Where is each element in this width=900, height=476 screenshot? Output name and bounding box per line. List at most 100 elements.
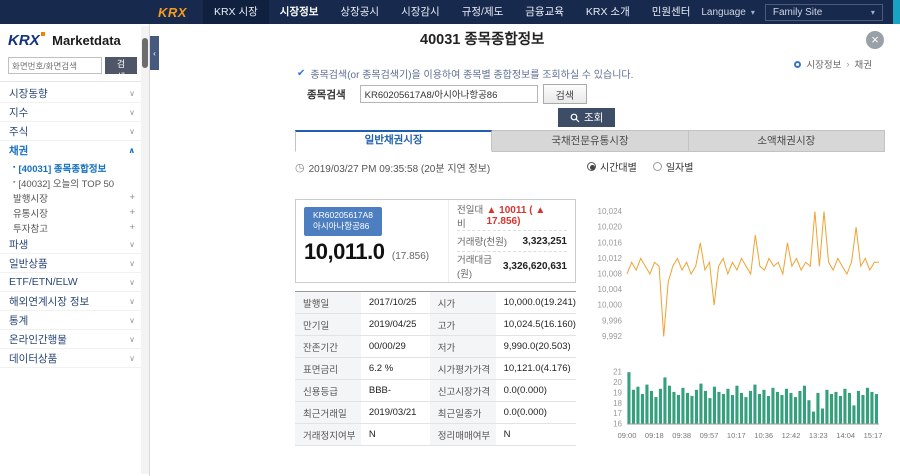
- breadcrumb-section[interactable]: 시장정보: [806, 57, 841, 71]
- chevron-down-icon: ∨: [129, 334, 135, 344]
- topnav-item-regulation[interactable]: 규정/제도: [451, 0, 515, 24]
- svg-text:09:57: 09:57: [700, 431, 719, 440]
- detail-label: 최근일종가: [429, 401, 496, 424]
- topnav-item-krx-intro[interactable]: KRX 소개: [575, 0, 641, 24]
- quote-right: 전일대비 ▲ 10011 ( ▲ 17.856) 거래량(천원) 3,323,2…: [448, 200, 575, 282]
- screen-search: 검색: [0, 55, 149, 82]
- svg-text:21: 21: [613, 368, 622, 377]
- screen-search-input[interactable]: [8, 57, 102, 74]
- sidebar-item-overseas-linked[interactable]: 해외연계시장 정보 ∨: [0, 292, 149, 311]
- sidebar-item-label: [40032] 오늘의 TOP 50: [18, 178, 115, 190]
- tab-small-bond-market[interactable]: 소액채권시장: [688, 130, 885, 152]
- sidebar-item-label: 시장동향: [9, 87, 48, 100]
- topnav-item-listing-disclosure[interactable]: 상장공시: [329, 0, 390, 24]
- family-site-dropdown[interactable]: Family Site ▾: [764, 3, 883, 21]
- sidebar-item-40031[interactable]: ▪ [40031] 종목종합정보: [0, 160, 149, 175]
- topnav-item-market-info[interactable]: 시장정보: [269, 0, 330, 24]
- query-button[interactable]: 조회: [558, 108, 616, 127]
- svg-text:10:17: 10:17: [727, 431, 746, 440]
- topnav-item-civil-service[interactable]: 민원센터: [641, 0, 702, 24]
- sidebar-item-statistics[interactable]: 통계 ∨: [0, 311, 149, 330]
- sidebar-item-data-products[interactable]: 데이터상품 ∨: [0, 349, 149, 368]
- svg-text:20: 20: [613, 378, 622, 387]
- detail-label: 발행일: [295, 291, 361, 314]
- sidebar-item-general-products[interactable]: 일반상품 ∨: [0, 254, 149, 273]
- quote-row-amount: 거래대금(원) 3,326,620,631: [457, 252, 567, 280]
- detail-label: 고가: [429, 313, 496, 336]
- sidebar-item-40032[interactable]: ▪ [40032] 오늘의 TOP 50: [0, 175, 149, 190]
- query-button-label: 조회: [584, 112, 604, 124]
- svg-text:10,020: 10,020: [598, 223, 623, 232]
- sidebar-item-issue-market[interactable]: 발행시장 +: [0, 190, 149, 205]
- topbar-right: Language ▾ Family Site ▾: [701, 0, 900, 24]
- svg-text:13:23: 13:23: [809, 431, 828, 440]
- sidebar-scrollbar[interactable]: [141, 26, 149, 474]
- chevron-down-icon: ∨: [129, 88, 135, 98]
- view-options: 시간대별 일자별: [587, 159, 693, 174]
- chevron-down-icon: ∨: [129, 239, 135, 249]
- sidebar-item-bond[interactable]: 채권 ∧: [0, 141, 149, 160]
- sidebar-item-publications[interactable]: 온라인간행물 ∨: [0, 330, 149, 349]
- detail-value: N: [360, 423, 430, 446]
- quote-row-volume: 거래량(천원) 3,323,251: [457, 231, 567, 252]
- topnav-item-krx-market[interactable]: KRX 시장: [202, 0, 269, 24]
- svg-text:09:38: 09:38: [672, 431, 691, 440]
- sidebar-item-etf-etn-elw[interactable]: ETF/ETN/ELW ∨: [0, 273, 149, 292]
- table-row: 표면금리 6.2 % 시가평가가격 10,121.0(4.176): [295, 357, 576, 380]
- global-search-button[interactable]: [892, 0, 900, 24]
- table-row: 신용등급 BBB- 신고시장가격 0.0(0.000): [295, 379, 576, 402]
- detail-label: 최근거래일: [295, 401, 361, 424]
- radio-label: 시간대별: [600, 163, 637, 174]
- sidebar-item-label: 파생: [9, 238, 29, 251]
- svg-text:12:42: 12:42: [782, 431, 801, 440]
- top-navbar: KRX KRX 시장 시장정보 상장공시 시장감시 규정/제도 금융교육 KRX…: [0, 0, 900, 24]
- bond-details-table: 발행일 2017/10/25 시가 10,000.0(19.241) 만기일 2…: [295, 291, 576, 446]
- sidebar-item-invest-reference[interactable]: 투자참고 +: [0, 220, 149, 235]
- quote-row-change: 전일대비 ▲ 10011 ( ▲ 17.856): [457, 202, 567, 231]
- sidebar-item-label: 일반상품: [9, 257, 48, 270]
- radio-by-time[interactable]: 시간대별: [587, 159, 637, 174]
- krx-logo[interactable]: KRX: [158, 5, 187, 20]
- sidebar-item-label: ETF/ETN/ELW: [9, 276, 78, 288]
- detail-value: 2019/03/21: [360, 401, 430, 424]
- sidebar-item-stock[interactable]: 주식 ∨: [0, 122, 149, 141]
- marketdata-logo[interactable]: KRX Marketdata: [0, 24, 149, 55]
- chevron-down-icon: ▾: [870, 7, 875, 17]
- language-label: Language: [701, 6, 746, 18]
- radio-selected-icon: [587, 162, 596, 171]
- tab-ktb-market[interactable]: 국채전문유통시장: [492, 130, 689, 152]
- svg-text:10,008: 10,008: [598, 270, 623, 279]
- sidebar-item-market-trend[interactable]: 시장동향 ∨: [0, 84, 149, 103]
- radio-by-date[interactable]: 일자별: [652, 159, 693, 174]
- sidebar-collapse-handle[interactable]: ‹: [150, 36, 159, 70]
- sidebar-item-index[interactable]: 지수 ∨: [0, 103, 149, 122]
- sidebar-item-derivatives[interactable]: 파생 ∨: [0, 235, 149, 254]
- notice: ✔ 종목검색(or 종목검색기)을 이용하여 종목별 종합정보를 조회하실 수 …: [297, 66, 633, 81]
- amount-label: 거래대금(원): [457, 255, 492, 280]
- topnav-item-market-surveillance[interactable]: 시장감시: [390, 0, 451, 24]
- breadcrumb-page: 채권: [854, 60, 872, 71]
- item-search-button[interactable]: 검색: [542, 84, 588, 104]
- breadcrumb-separator: ›: [846, 58, 850, 70]
- detail-label: 표면금리: [295, 357, 361, 380]
- svg-text:9,996: 9,996: [602, 316, 623, 325]
- language-dropdown[interactable]: Language ▾: [701, 7, 755, 18]
- chevron-down-icon: ∨: [129, 296, 135, 306]
- chart-area: 9,992 9,996 10,000 10,004 10,008 10,012 10,016…: [585, 188, 885, 452]
- logo-krx-text: KRX: [8, 32, 45, 49]
- svg-text:18: 18: [613, 399, 622, 408]
- screen-search-button[interactable]: 검색: [105, 57, 137, 82]
- notice-text: 종목검색(or 종목검색기)을 이용하여 종목별 종합정보를 조회하실 수 있습…: [310, 70, 634, 81]
- item-search-input[interactable]: [359, 85, 538, 103]
- detail-value: 00/00/29: [360, 335, 430, 358]
- svg-text:10,024: 10,024: [598, 207, 623, 216]
- sidebar-item-trading-market[interactable]: 유통시장 +: [0, 205, 149, 220]
- tab-general-bond-market[interactable]: 일반채권시장: [295, 130, 493, 152]
- scrollbar-thumb[interactable]: [142, 38, 148, 68]
- svg-text:10,004: 10,004: [598, 285, 623, 294]
- sidebar: KRX Marketdata 검색 시장동향 ∨ 지수 ∨ 주식 ∨ 채권 ∧: [0, 24, 150, 476]
- chevron-down-icon: ∨: [129, 258, 135, 268]
- close-button[interactable]: ×: [866, 31, 884, 49]
- topnav-item-financial-education[interactable]: 금융교육: [514, 0, 575, 24]
- svg-text:10,016: 10,016: [598, 238, 623, 247]
